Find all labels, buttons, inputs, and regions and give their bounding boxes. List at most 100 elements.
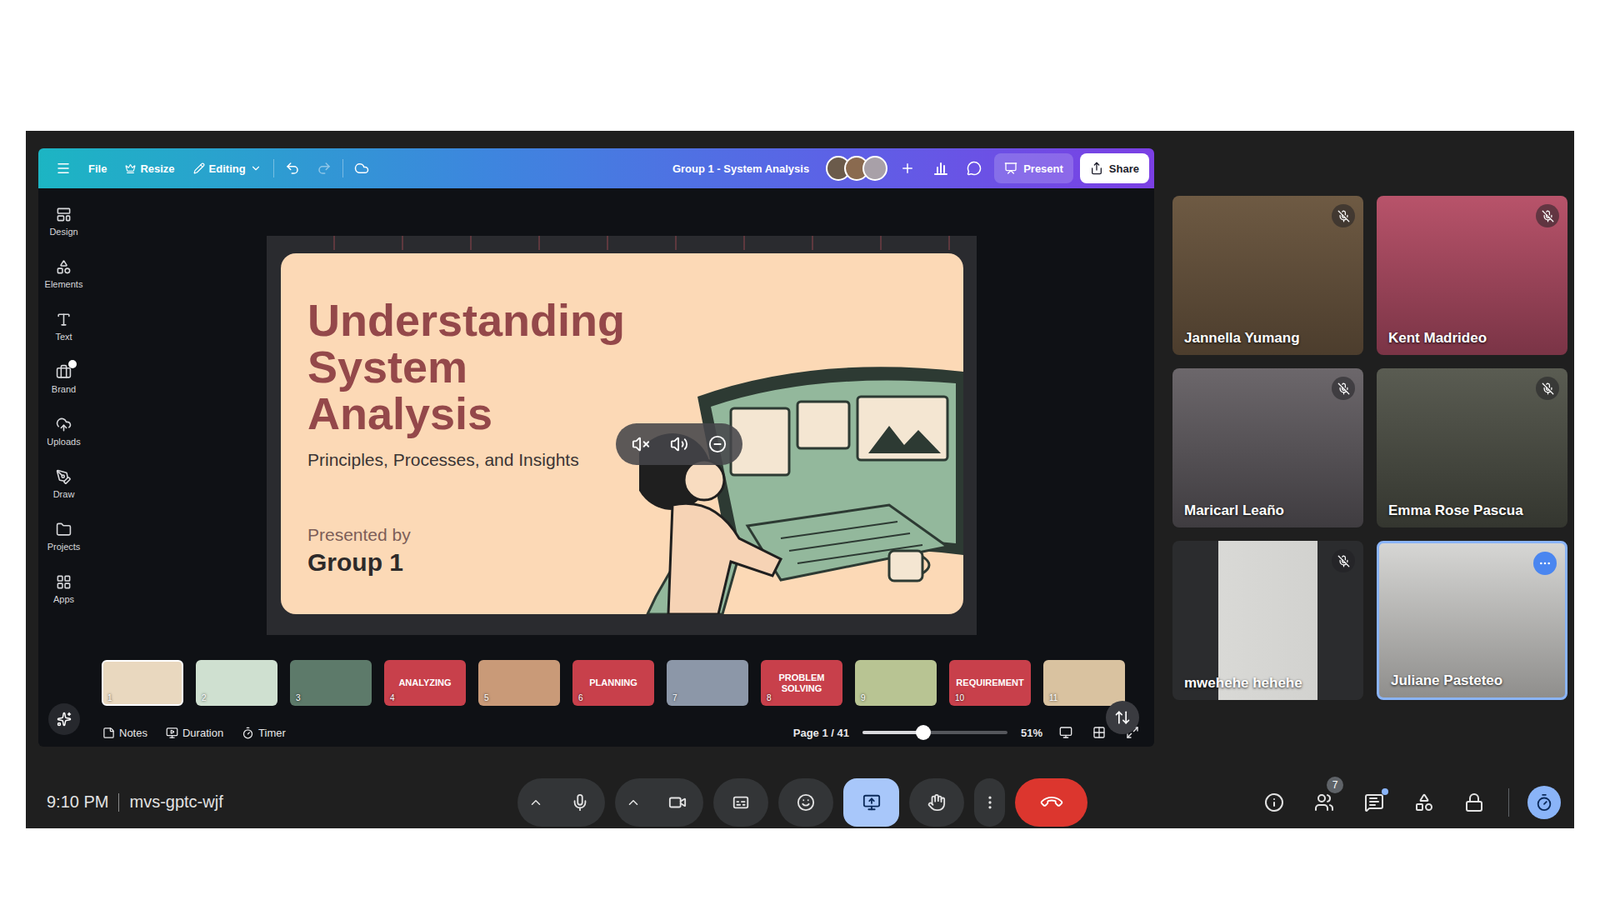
document-title[interactable]: Group 1 - System Analysis <box>672 162 810 175</box>
page-thumbnail[interactable]: 3 <box>290 660 372 706</box>
canva-header: FileResizeEditing Group 1 - System Analys… <box>38 148 1155 189</box>
zoom-fill <box>862 730 924 735</box>
activities-button[interactable] <box>1408 786 1440 819</box>
chat-icon <box>1364 792 1385 813</box>
slide[interactable]: UnderstandingSystemAnalysisPrinciples, P… <box>280 253 964 615</box>
host-controls-button[interactable] <box>1458 786 1490 819</box>
duration-button[interactable]: Duration <box>165 726 224 740</box>
remove-audio-button[interactable] <box>705 432 730 456</box>
present-screen-button[interactable] <box>843 778 900 827</box>
draw-icon <box>55 469 72 485</box>
page-thumbnail[interactable]: 1 <box>101 660 184 706</box>
page-thumbnail[interactable]: 2 <box>195 660 278 706</box>
timer-tool-button[interactable] <box>1527 785 1561 820</box>
add-collaborator-button[interactable] <box>894 155 921 182</box>
share-icon <box>1090 161 1104 175</box>
participant-tile[interactable]: Juliane Pasteteo <box>1376 540 1568 700</box>
participant-tile[interactable]: Kent Madrideo <box>1376 195 1568 355</box>
page-thumbnail[interactable]: 5 <box>478 660 560 706</box>
sidebar-item[interactable]: Projects <box>40 510 89 563</box>
sidebar-item[interactable]: Draw <box>40 457 89 510</box>
share-button[interactable]: Share <box>1080 153 1150 184</box>
resize-button[interactable]: Resize <box>118 155 181 182</box>
captions-button[interactable] <box>713 778 769 827</box>
more-options-button[interactable] <box>974 778 1005 827</box>
participant-name: Maricarl Leaño <box>1184 502 1285 520</box>
tile-more-button[interactable] <box>1533 551 1557 575</box>
sidebar-item[interactable]: Design <box>40 195 89 248</box>
audio-options-button[interactable] <box>517 778 555 827</box>
magic-button[interactable] <box>48 703 80 735</box>
thumbnail-number: 2 <box>201 693 207 703</box>
participant-tile[interactable]: Emma Rose Pascua <box>1376 368 1568 528</box>
sidebar-item[interactable]: Text <box>40 300 89 353</box>
thumbnail-label: ANALYZING <box>398 677 451 688</box>
meeting-details-button[interactable] <box>1258 786 1290 819</box>
tools-divider <box>1508 788 1510 817</box>
page-thumbnail[interactable]: 9 <box>855 660 937 706</box>
page-thumbnail[interactable]: REQUIREMENT10 <box>949 660 1031 706</box>
volume-button[interactable] <box>667 432 691 456</box>
sidebar-item[interactable]: Brand <box>40 352 89 405</box>
mic-button[interactable] <box>554 778 605 827</box>
participant-tile[interactable]: mwehehe hehehe <box>1172 540 1364 700</box>
page-view-button[interactable] <box>1055 722 1076 743</box>
timer-icon <box>1535 793 1554 812</box>
insights-button[interactable] <box>927 155 955 182</box>
mute-audio-button[interactable] <box>629 432 653 456</box>
participant-tile[interactable]: Jannella Yumang <box>1172 195 1364 355</box>
present-button[interactable]: Present <box>994 153 1074 184</box>
file-button[interactable]: File <box>81 155 114 182</box>
grid-view-button[interactable] <box>1089 722 1110 743</box>
thumbnail-number: 7 <box>672 693 678 703</box>
editor-footer: Notes Duration Timer Page 1 / 41 51% <box>89 718 1155 747</box>
thumbnail-number: 8 <box>766 693 772 703</box>
camera-button[interactable] <box>651 778 704 827</box>
meeting-tools: 7 <box>1258 785 1561 820</box>
reactions-button[interactable] <box>778 778 834 827</box>
collaborator-avatar[interactable] <box>862 155 888 181</box>
undo-button[interactable] <box>279 155 306 182</box>
slide-title-line: Understanding <box>307 296 964 344</box>
save-status-button[interactable] <box>348 155 375 182</box>
mic-off-icon <box>1337 382 1350 395</box>
notes-button[interactable]: Notes <box>102 726 148 740</box>
sidebar-item[interactable]: Elements <box>40 247 89 300</box>
page-thumbnail[interactable]: 7 <box>666 660 749 706</box>
page-thumbnail[interactable]: PLANNING6 <box>572 660 655 706</box>
comments-button[interactable] <box>960 155 988 182</box>
arrows-icon <box>1114 709 1131 726</box>
leave-call-button[interactable] <box>1015 778 1088 827</box>
speaker-icon <box>670 435 689 454</box>
page-thumbnail[interactable]: 11 <box>1043 660 1125 706</box>
meeting-info: 9:10 PMmvs-gptc-wjf <box>46 792 518 812</box>
menu-button[interactable] <box>50 155 77 182</box>
timer-button[interactable]: Timer <box>241 726 286 740</box>
participant-tile[interactable]: Maricarl Leaño <box>1172 368 1364 528</box>
page-indicator: Page 1 / 41 <box>793 726 850 740</box>
zoom-thumb[interactable] <box>915 725 931 740</box>
sidebar-item[interactable]: Uploads <box>40 405 89 458</box>
elements-icon <box>55 259 72 275</box>
editing-button[interactable]: Editing <box>186 155 269 182</box>
zoom-reading: 51% <box>1020 726 1043 740</box>
page-thumbnail[interactable]: PROBLEM SOLVING8 <box>760 660 843 706</box>
raise-hand-button[interactable] <box>909 778 965 827</box>
zoom-slider[interactable] <box>862 730 1008 735</box>
editor-main: UnderstandingSystemAnalysisPrinciples, P… <box>89 188 1155 747</box>
redo-button[interactable] <box>310 155 338 182</box>
chat-button[interactable] <box>1358 786 1390 819</box>
muted-badge <box>1331 204 1355 228</box>
people-button[interactable]: 7 <box>1308 786 1340 819</box>
page-thumbnail[interactable]: ANALYZING4 <box>384 660 466 706</box>
people-icon <box>1314 792 1335 813</box>
info-divider <box>118 793 120 812</box>
sidebar-item[interactable]: Apps <box>40 562 89 615</box>
collaborator-avatars <box>825 155 888 181</box>
sidebar-icon-wrap <box>55 259 72 275</box>
thumbnail-label: PLANNING <box>589 677 637 688</box>
video-options-button[interactable] <box>615 778 652 827</box>
scroll-button[interactable] <box>1105 700 1140 735</box>
thumbnail-label: PROBLEM SOLVING <box>767 672 836 693</box>
muted-speaker-icon <box>631 435 650 454</box>
